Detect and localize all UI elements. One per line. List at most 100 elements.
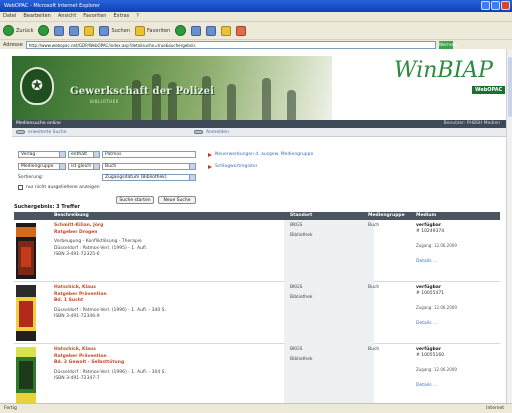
search-icon xyxy=(99,25,110,36)
result-isbn: ISBN 3-491-72346-9 xyxy=(54,314,100,319)
result-media-group: Buch xyxy=(368,223,380,228)
nav-title: Mediensuche online xyxy=(16,121,61,126)
menu-tools[interactable]: Extras xyxy=(113,12,129,21)
keyword-index-link[interactable]: Schlagwortregister xyxy=(208,164,257,169)
result-description: Hatschick, Klaus Ratgeber Prävention Bd.… xyxy=(54,285,284,321)
police-star-icon: ✪ xyxy=(20,67,54,105)
result-library: Bibliothek xyxy=(290,356,313,362)
result-library: Bibliothek xyxy=(290,232,313,238)
star-icon xyxy=(134,25,145,36)
scrollbar-thumb[interactable] xyxy=(508,57,512,117)
book-cover-image[interactable] xyxy=(16,347,36,403)
result-location: BKGS Bibliothek xyxy=(290,223,312,239)
search-label: Suchen xyxy=(111,27,130,34)
details-link[interactable]: Details ... xyxy=(416,321,437,327)
dropdown-icon xyxy=(59,152,65,157)
advanced-search-link[interactable]: erweiterte Suche xyxy=(16,130,194,135)
back-label: Zurück xyxy=(16,27,34,34)
dropdown-icon xyxy=(93,164,99,169)
advanced-search-label: erweiterte Suche xyxy=(28,129,67,135)
media-number: # 10055471 xyxy=(416,291,445,296)
window-titlebar: WebOPAC - Microsoft Internet Explorer xyxy=(0,0,512,12)
winbiap-logo: WinBIAP xyxy=(394,58,493,83)
start-search-button[interactable]: Suche starten xyxy=(116,196,154,204)
back-button[interactable]: Zurück xyxy=(3,25,33,36)
sub-navigation: erweiterte Suche Anmelden xyxy=(12,128,506,137)
print-icon[interactable] xyxy=(206,25,217,36)
close-button[interactable] xyxy=(501,1,510,10)
result-isbn: ISBN 3-491-72347-7 xyxy=(54,376,100,381)
menu-view[interactable]: Ansicht xyxy=(58,12,76,21)
new-search-button[interactable]: Neue Suche xyxy=(158,196,196,204)
dropdown-icon xyxy=(189,175,195,180)
result-isbn: ISBN 3-491-72325-6 xyxy=(54,252,100,257)
media-number: # 10249374 xyxy=(416,229,445,234)
only-available-checkbox[interactable] xyxy=(18,185,23,190)
refresh-icon[interactable] xyxy=(69,25,80,36)
search-button[interactable]: Suchen xyxy=(99,25,130,36)
go-button[interactable]: Wechseln zu xyxy=(438,40,458,55)
menu-favorites[interactable]: Favoriten xyxy=(83,12,106,21)
field-select-2[interactable]: Mediengruppe xyxy=(18,163,66,170)
browser-toolbar: Zurück Suchen Favoriten xyxy=(0,21,512,39)
webopac-tag: WebOPAC xyxy=(472,86,506,94)
nav-user: Benutzer: PHBSH Medien xyxy=(443,121,500,126)
col-description: Beschreibung xyxy=(54,213,89,218)
arrow-right-icon xyxy=(208,164,212,169)
org-subtitle: BIBLIOTHEK xyxy=(90,99,119,104)
mail-icon[interactable] xyxy=(191,25,202,36)
book-cover-image[interactable] xyxy=(16,285,36,341)
value-select-2[interactable]: Buch xyxy=(102,163,196,170)
details-link[interactable]: Details ... xyxy=(416,383,437,389)
sort-select[interactable]: Zugangsdatum (Bibliothek) xyxy=(102,174,196,181)
history-icon[interactable] xyxy=(175,25,187,36)
home-icon[interactable] xyxy=(84,25,95,36)
maximize-button[interactable] xyxy=(491,1,500,10)
results-header: Beschreibung Standort Mediengruppe Mediu… xyxy=(14,212,500,220)
forward-arrow-icon[interactable] xyxy=(38,25,50,36)
vertical-scrollbar[interactable] xyxy=(506,49,512,403)
menu-file[interactable]: Datei xyxy=(3,12,16,21)
login-label: Anmelden xyxy=(206,129,229,135)
access-date: Zugang: 12.06.2009 xyxy=(416,367,457,372)
result-status: verfügbar # 10055471 Zugang: 12.06.2009 … xyxy=(416,285,457,326)
status-text: Fertig xyxy=(4,406,17,411)
only-available-label: nur nicht ausgeliehene anzeigen xyxy=(26,185,100,190)
new-acquisitions-link[interactable]: Neuerwerbungen d. ausgew. Mediengruppe xyxy=(208,152,313,157)
result-status: verfügbar # 10249374 Zugang: 12.06.2009 … xyxy=(416,223,457,264)
window-title: WebOPAC - Microsoft Internet Explorer xyxy=(4,3,100,9)
media-number: # 10055160 xyxy=(416,353,445,358)
nav-band: Mediensuche online Benutzer: PHBSH Medie… xyxy=(12,120,506,128)
menu-edit[interactable]: Bearbeiten xyxy=(23,12,50,21)
field-select-1[interactable]: Verlag xyxy=(18,151,66,158)
result-status: verfügbar # 10055160 Zugang: 12.06.2009 … xyxy=(416,347,457,388)
table-row: Schmitt-Kilian, Jörg Ratgeber Drogen Vor… xyxy=(14,220,500,282)
book-cover-image[interactable] xyxy=(16,223,36,279)
favorites-button[interactable]: Favoriten xyxy=(134,25,170,36)
access-date: Zugang: 12.06.2009 xyxy=(416,243,457,248)
dropdown-icon xyxy=(189,164,195,169)
details-link[interactable]: Details ... xyxy=(416,259,437,265)
operator-select-1[interactable]: enthält xyxy=(68,151,100,158)
dropdown-icon xyxy=(59,164,65,169)
key-icon xyxy=(194,130,203,134)
operator-select-2[interactable]: ist gleich xyxy=(68,163,100,170)
address-input[interactable]: http://www.webopac.net/GDP/WebOPAC/index… xyxy=(25,40,436,49)
messenger-icon[interactable] xyxy=(236,25,247,36)
col-media-group: Mediengruppe xyxy=(368,213,405,218)
search-tool-icon xyxy=(16,130,25,134)
arrow-right-icon xyxy=(208,152,212,157)
dropdown-icon xyxy=(93,152,99,157)
col-location: Standort xyxy=(290,213,313,218)
col-status: Medium xyxy=(416,213,437,218)
login-link[interactable]: Anmelden xyxy=(194,130,229,135)
stop-icon[interactable] xyxy=(54,25,65,36)
security-zone: Internet xyxy=(486,406,504,411)
folder-icon[interactable] xyxy=(221,25,232,36)
menu-help[interactable]: ? xyxy=(136,12,139,21)
result-description: Hatschick, Klaus Ratgeber Prävention Bd.… xyxy=(54,347,284,383)
minimize-button[interactable] xyxy=(481,1,490,10)
search-value-input-1[interactable]: Patmos xyxy=(102,151,196,158)
result-media-group: Buch xyxy=(368,347,380,352)
result-description: Schmitt-Kilian, Jörg Ratgeber Drogen Vor… xyxy=(54,223,284,259)
